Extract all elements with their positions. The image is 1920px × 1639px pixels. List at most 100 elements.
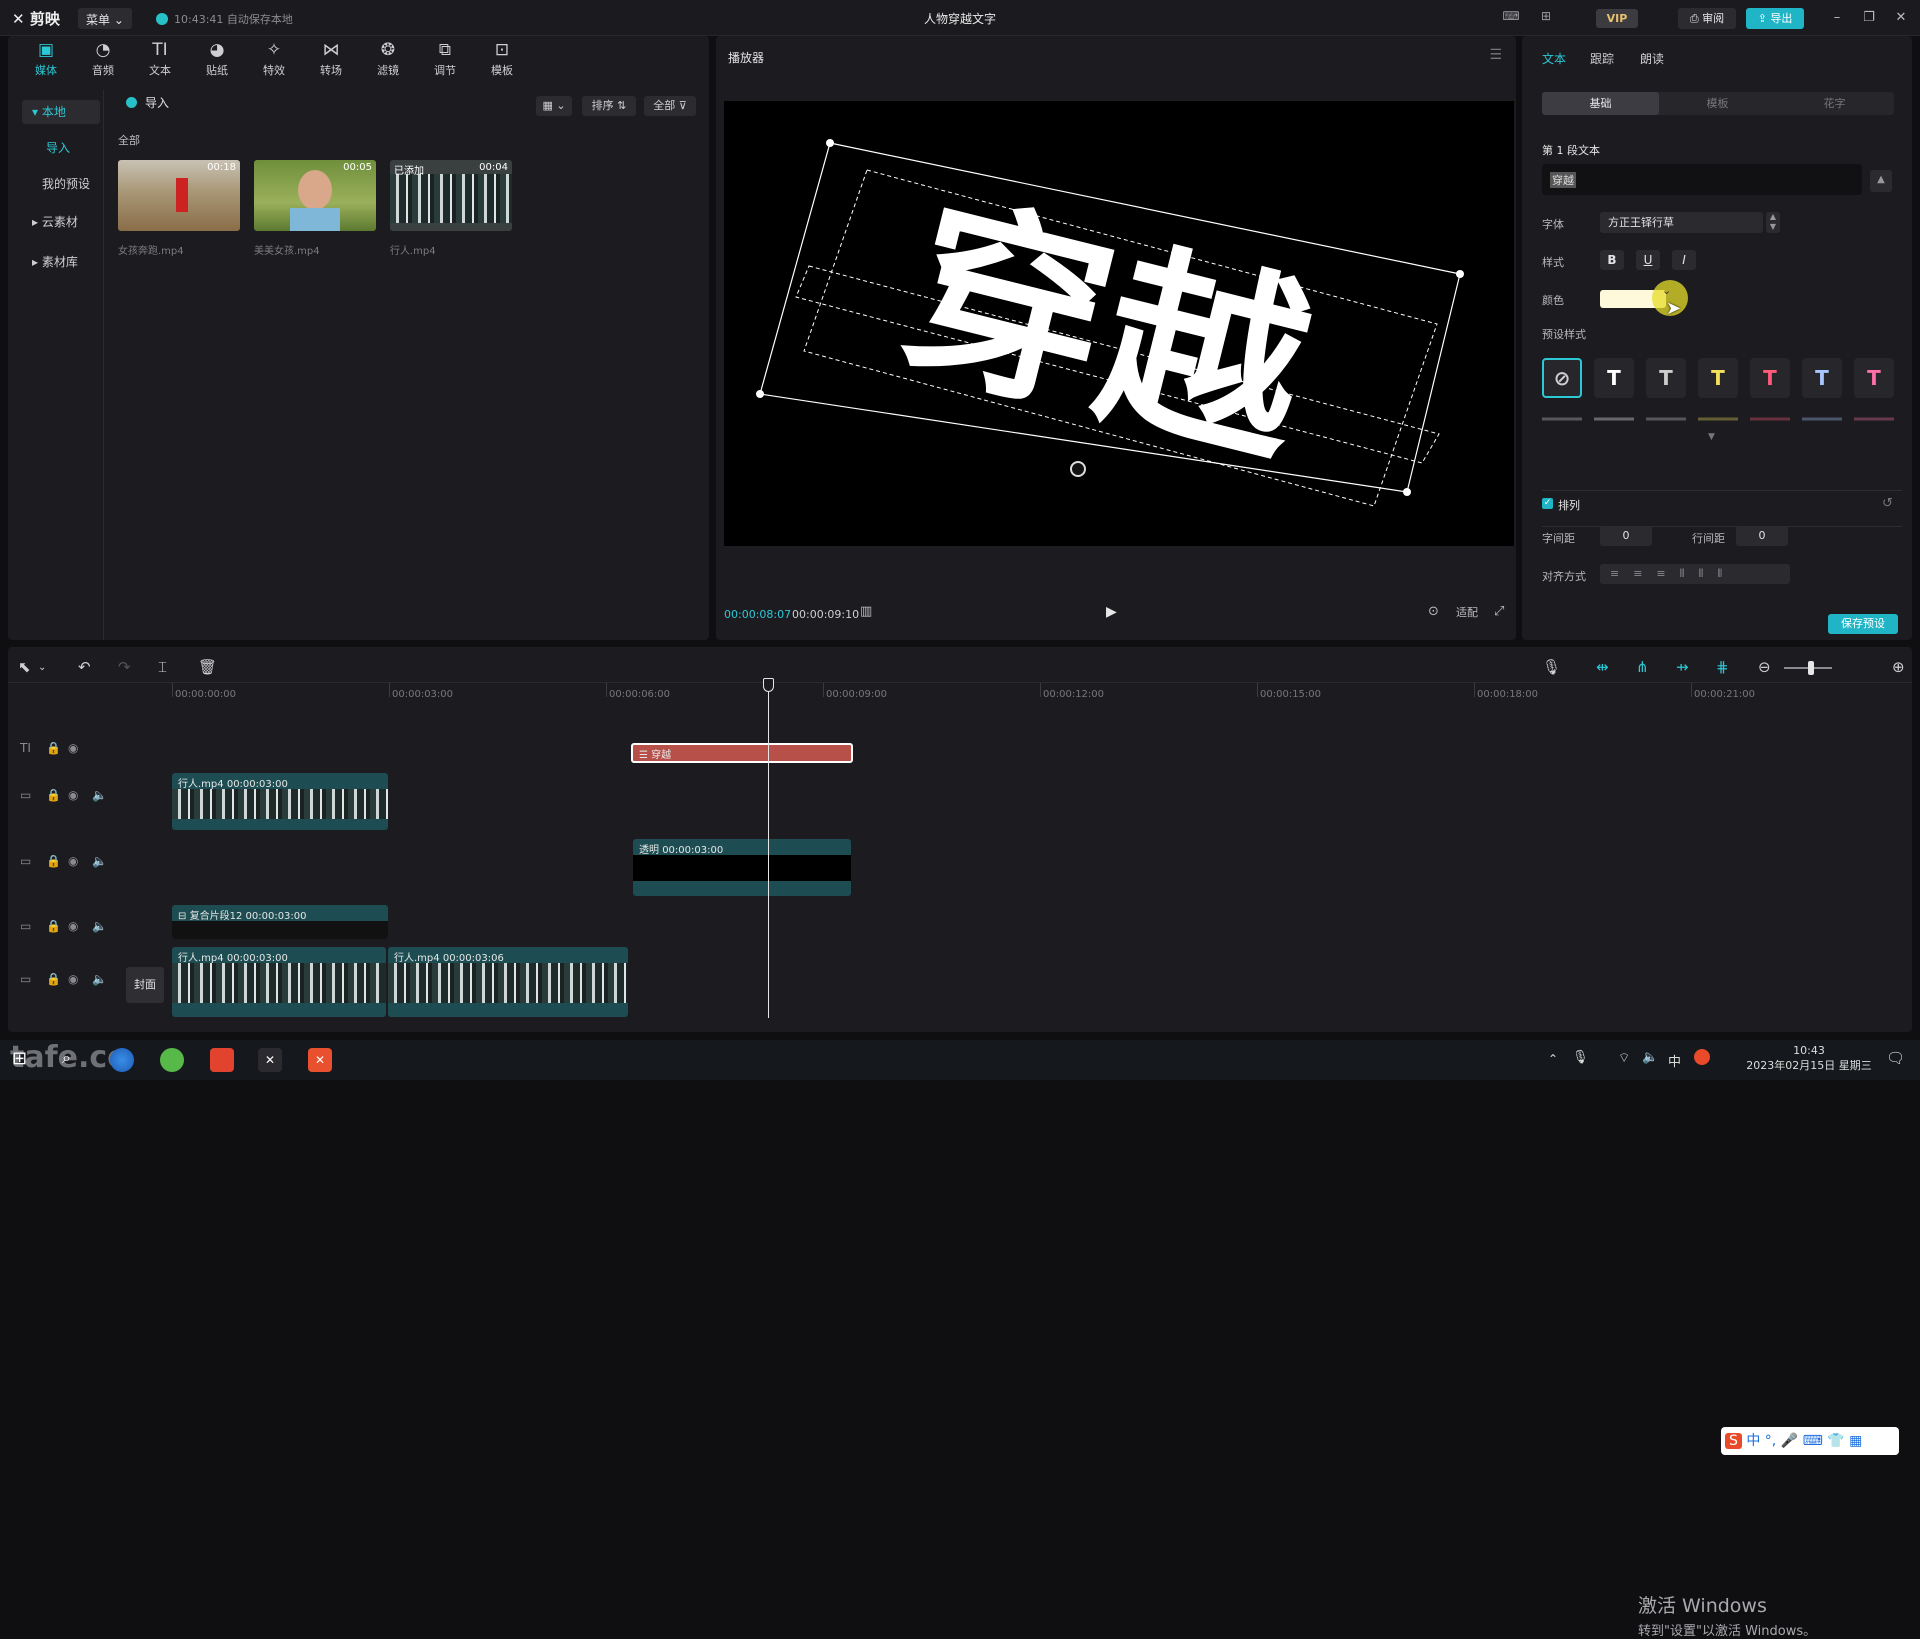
view-toggle[interactable]: ▦ ⌄ [536, 96, 572, 116]
preview-axis-icon[interactable]: ⇸ [1676, 658, 1689, 676]
compound-clip[interactable]: ⊟ 复合片段12 00:00:03:00 [172, 905, 388, 939]
eye-icon[interactable]: ◉ [68, 919, 78, 933]
preset-style[interactable]: T [1802, 358, 1842, 398]
lock-icon[interactable]: 🔒 [46, 854, 61, 868]
menu-button[interactable]: 菜单 ⌄ [78, 8, 132, 29]
toolbar-template[interactable]: ⊡ 模板 [476, 40, 528, 80]
resize-handle[interactable] [826, 139, 834, 147]
resize-handle[interactable] [1456, 270, 1464, 278]
resize-handle[interactable] [756, 390, 764, 398]
eye-icon[interactable]: ◉ [68, 972, 78, 986]
minimize-icon[interactable]: – [1826, 8, 1848, 28]
redo-icon[interactable]: ↷ [118, 658, 131, 676]
shortcut-icon[interactable]: ⌨ [1500, 9, 1522, 27]
lock-icon[interactable]: 🔒 [46, 972, 61, 986]
windows-start-icon[interactable]: ⊞ [12, 1048, 36, 1072]
letter-spacing-input[interactable]: 0 [1600, 526, 1652, 546]
eye-icon[interactable]: ◉ [68, 788, 78, 802]
player-menu-icon[interactable]: ☰ [1489, 47, 1502, 63]
playhead[interactable] [768, 680, 769, 1018]
subtab-template[interactable]: 模板 [1659, 92, 1776, 115]
tray-mic-icon[interactable]: 🎙 [1572, 1050, 1589, 1065]
tray-expand-icon[interactable]: ⌃ [1548, 1052, 1558, 1066]
more-presets-icon[interactable]: ▼ [1708, 432, 1715, 442]
tab-text[interactable]: 文本 [1542, 50, 1566, 67]
playhead-handle[interactable] [763, 678, 774, 692]
subtab-basic[interactable]: 基础 [1542, 92, 1659, 115]
network-icon[interactable]: ⌔ [1618, 1050, 1630, 1066]
preset-style[interactable]: T [1750, 358, 1790, 398]
zoom-slider-handle[interactable] [1808, 661, 1814, 675]
volume-icon[interactable]: 🔈 [1642, 1050, 1658, 1065]
toolbar-transition[interactable]: ⋈ 转场 [305, 40, 357, 80]
sort-button[interactable]: 排序 ⇅ [582, 96, 636, 116]
cover-button[interactable]: 封面 [126, 967, 164, 1003]
main-clip[interactable]: 行人.mp4 00:00:03:06 [388, 947, 628, 1017]
magnet-icon[interactable]: ⋕ [1716, 658, 1729, 676]
split-icon[interactable]: ⌶ [158, 658, 167, 676]
screenshot-icon[interactable]: ⊙ [1428, 604, 1439, 619]
underline-button[interactable]: U [1636, 250, 1660, 270]
sogou-tray-icon[interactable] [1694, 1049, 1710, 1065]
preset-style-row2[interactable] [1594, 412, 1634, 426]
resize-handle[interactable] [1403, 488, 1411, 496]
speaker-icon[interactable]: 🔈 [92, 972, 107, 986]
line-spacing-input[interactable]: 0 [1736, 526, 1788, 546]
preset-style-row2[interactable] [1854, 412, 1894, 426]
text-clip[interactable]: ☰ 穿越 [631, 743, 853, 763]
fullscreen-icon[interactable]: ⤢ [1494, 604, 1504, 619]
reset-icon[interactable]: ↺ [1882, 496, 1893, 511]
toolbar-sticker[interactable]: ◕ 贴纸 [191, 40, 243, 80]
nav-cloud[interactable]: ▸ 云素材 [22, 210, 100, 234]
collapse-icon[interactable]: ▲ [1870, 170, 1892, 192]
waveform-icon[interactable]: ▥ [860, 604, 872, 619]
toolbar-media[interactable]: ▣ 媒体 [20, 40, 72, 80]
app-red-icon[interactable] [210, 1048, 234, 1072]
layout-icon[interactable]: ⊞ [1535, 9, 1557, 27]
toolbar-text[interactable]: TI 文本 [134, 40, 186, 80]
chevron-down-icon[interactable]: ⌄ [38, 662, 46, 673]
speaker-icon[interactable]: 🔈 [92, 919, 107, 933]
preset-style[interactable]: T [1646, 358, 1686, 398]
italic-button[interactable]: I [1672, 250, 1696, 270]
close-icon[interactable]: ✕ [1890, 8, 1912, 28]
preset-style-row2[interactable] [1646, 412, 1686, 426]
toolbar-adjust[interactable]: ⧉ 调节 [419, 40, 471, 80]
eye-icon[interactable]: ◉ [68, 741, 78, 755]
clock[interactable]: 10:43 2023年02月15日 星期三 [1736, 1044, 1882, 1073]
vip-badge[interactable]: VIP [1596, 9, 1638, 28]
speaker-icon[interactable]: 🔈 [92, 788, 107, 802]
review-button[interactable]: ⎙ 审阅 [1678, 8, 1736, 29]
rotate-handle-icon[interactable] [1070, 461, 1086, 477]
export-button[interactable]: ⇪ 导出 [1746, 8, 1804, 29]
snap-icon[interactable]: ⋔ [1636, 658, 1649, 676]
zoom-out-icon[interactable]: ⊖ [1758, 658, 1771, 676]
notification-icon[interactable]: 🗨 [1886, 1049, 1905, 1067]
video-clip[interactable]: 行人.mp4 00:00:03:00 [172, 773, 388, 830]
preset-style[interactable]: T [1698, 358, 1738, 398]
capcut-taskbar-icon[interactable]: ✕ [258, 1048, 282, 1072]
chevron-down-icon[interactable]: ⌄ [1662, 284, 1671, 297]
lock-icon[interactable]: 🔒 [46, 741, 61, 755]
arrange-checkbox[interactable]: ✓ [1542, 498, 1553, 509]
link-icon[interactable]: ⇹ [1596, 658, 1609, 676]
media-thumb-1[interactable]: 00:18 [118, 160, 240, 231]
nav-library[interactable]: ▸ 素材库 [22, 250, 100, 274]
undo-icon[interactable]: ↶ [78, 658, 91, 676]
ime-toolbar[interactable]: S 中 °, 🎤 ⌨ 👕 ▦ [1721, 1427, 1899, 1455]
select-tool-icon[interactable]: ⬉ [18, 658, 31, 676]
media-thumb-3[interactable]: 已添加 00:04 [390, 160, 512, 231]
toolbar-audio[interactable]: ◔ 音频 [77, 40, 129, 80]
preset-none-icon[interactable]: ⊘ [1542, 358, 1582, 398]
preset-style-row2[interactable] [1750, 412, 1790, 426]
video-clip[interactable]: 透明 00:00:03:00 [633, 839, 851, 896]
preset-style-row2[interactable] [1802, 412, 1842, 426]
preset-style-row2[interactable] [1698, 412, 1738, 426]
toolbar-effects[interactable]: ✧ 特效 [248, 40, 300, 80]
ratio-button[interactable]: 适配 [1456, 604, 1478, 620]
search-icon[interactable]: ⌕ [62, 1048, 86, 1072]
nav-local[interactable]: ▾ 本地 [22, 100, 100, 124]
save-preset-button[interactable]: 保存预设 [1828, 614, 1898, 634]
ime-lang[interactable]: 中 [1668, 1051, 1681, 1070]
wechat-icon[interactable] [160, 1048, 184, 1072]
